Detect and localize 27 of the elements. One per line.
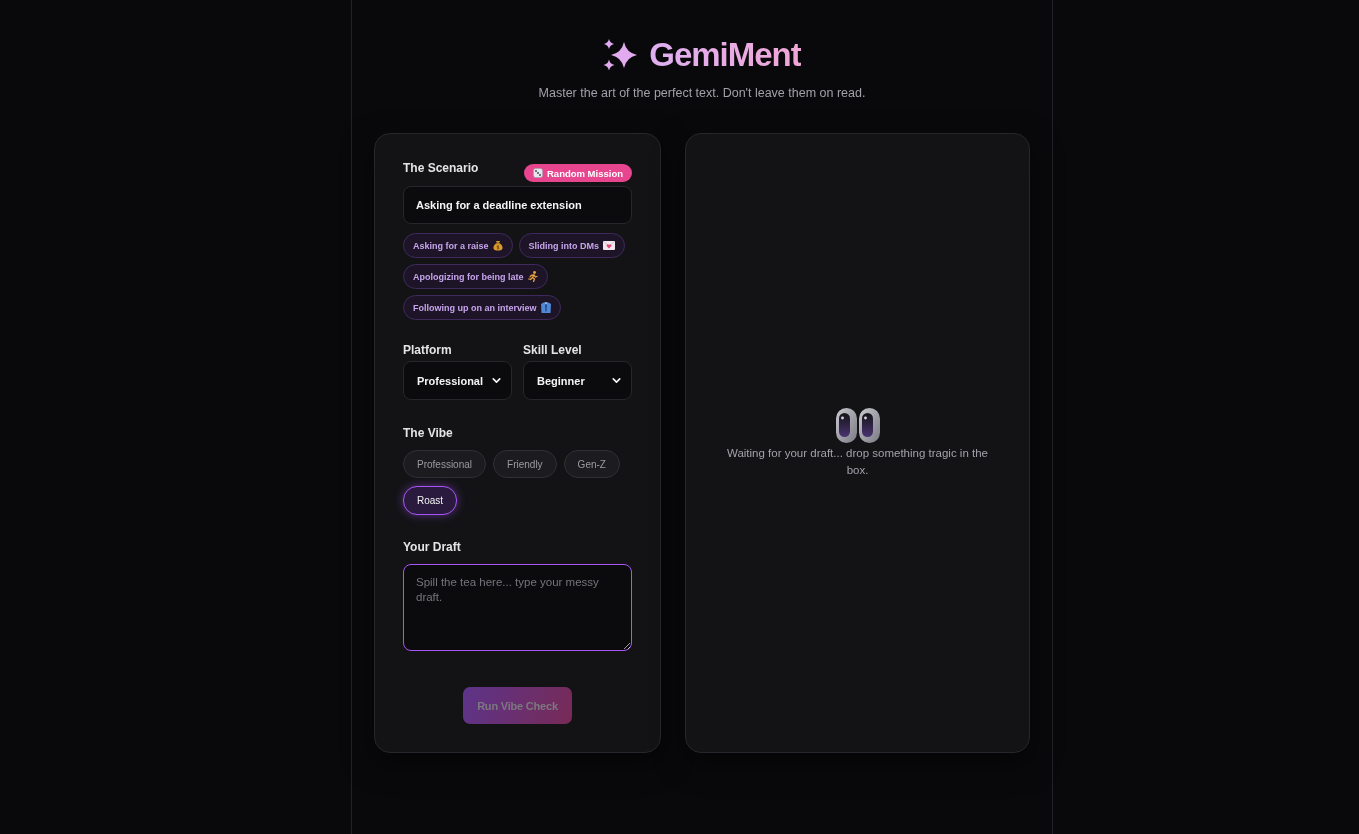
scenario-label: The Scenario <box>403 160 479 176</box>
vibe-label: The Vibe <box>403 425 453 441</box>
scenario-chip[interactable]: Apologizing for being late <box>403 264 548 289</box>
dice-icon <box>533 168 543 178</box>
envelope-heart-icon <box>603 241 616 250</box>
shirt-tie-icon <box>540 302 551 313</box>
vibe-option[interactable]: Gen-Z <box>563 450 620 478</box>
scenario-chip[interactable]: Following up on an interview <box>403 295 561 320</box>
platform-select[interactable]: Professional <box>403 361 512 400</box>
money-bag-icon <box>492 240 503 251</box>
sparkles-icon <box>603 38 638 72</box>
scenario-input[interactable]: Asking for a deadline extension <box>403 186 632 224</box>
empty-state-message: Waiting for your draft... drop something tragic in the box. <box>726 445 989 478</box>
field-label: Platform <box>403 342 452 358</box>
vibe-option[interactable]: Professional <box>403 450 487 478</box>
field-label: Skill Level <box>523 342 582 358</box>
scenario-chip[interactable]: Sliding into DMs <box>518 233 626 258</box>
draft-label: Your Draft <box>403 539 461 555</box>
eyes-icon <box>835 407 880 443</box>
scenario-chip[interactable]: Asking for a raise <box>403 233 513 258</box>
vibe-option[interactable]: Friendly <box>493 450 557 478</box>
draft-textarea[interactable]: Spill the tea here... type your messy draft. <box>403 564 632 651</box>
random-mission-button[interactable]: Random Mission <box>524 164 632 182</box>
skill-level-select[interactable]: Beginner <box>523 361 632 400</box>
running-person-icon <box>527 271 538 282</box>
vibe-option[interactable]: Roast <box>403 486 458 515</box>
app-subtitle: Master the art of the perfect text. Don't leave them on read. <box>538 86 866 100</box>
